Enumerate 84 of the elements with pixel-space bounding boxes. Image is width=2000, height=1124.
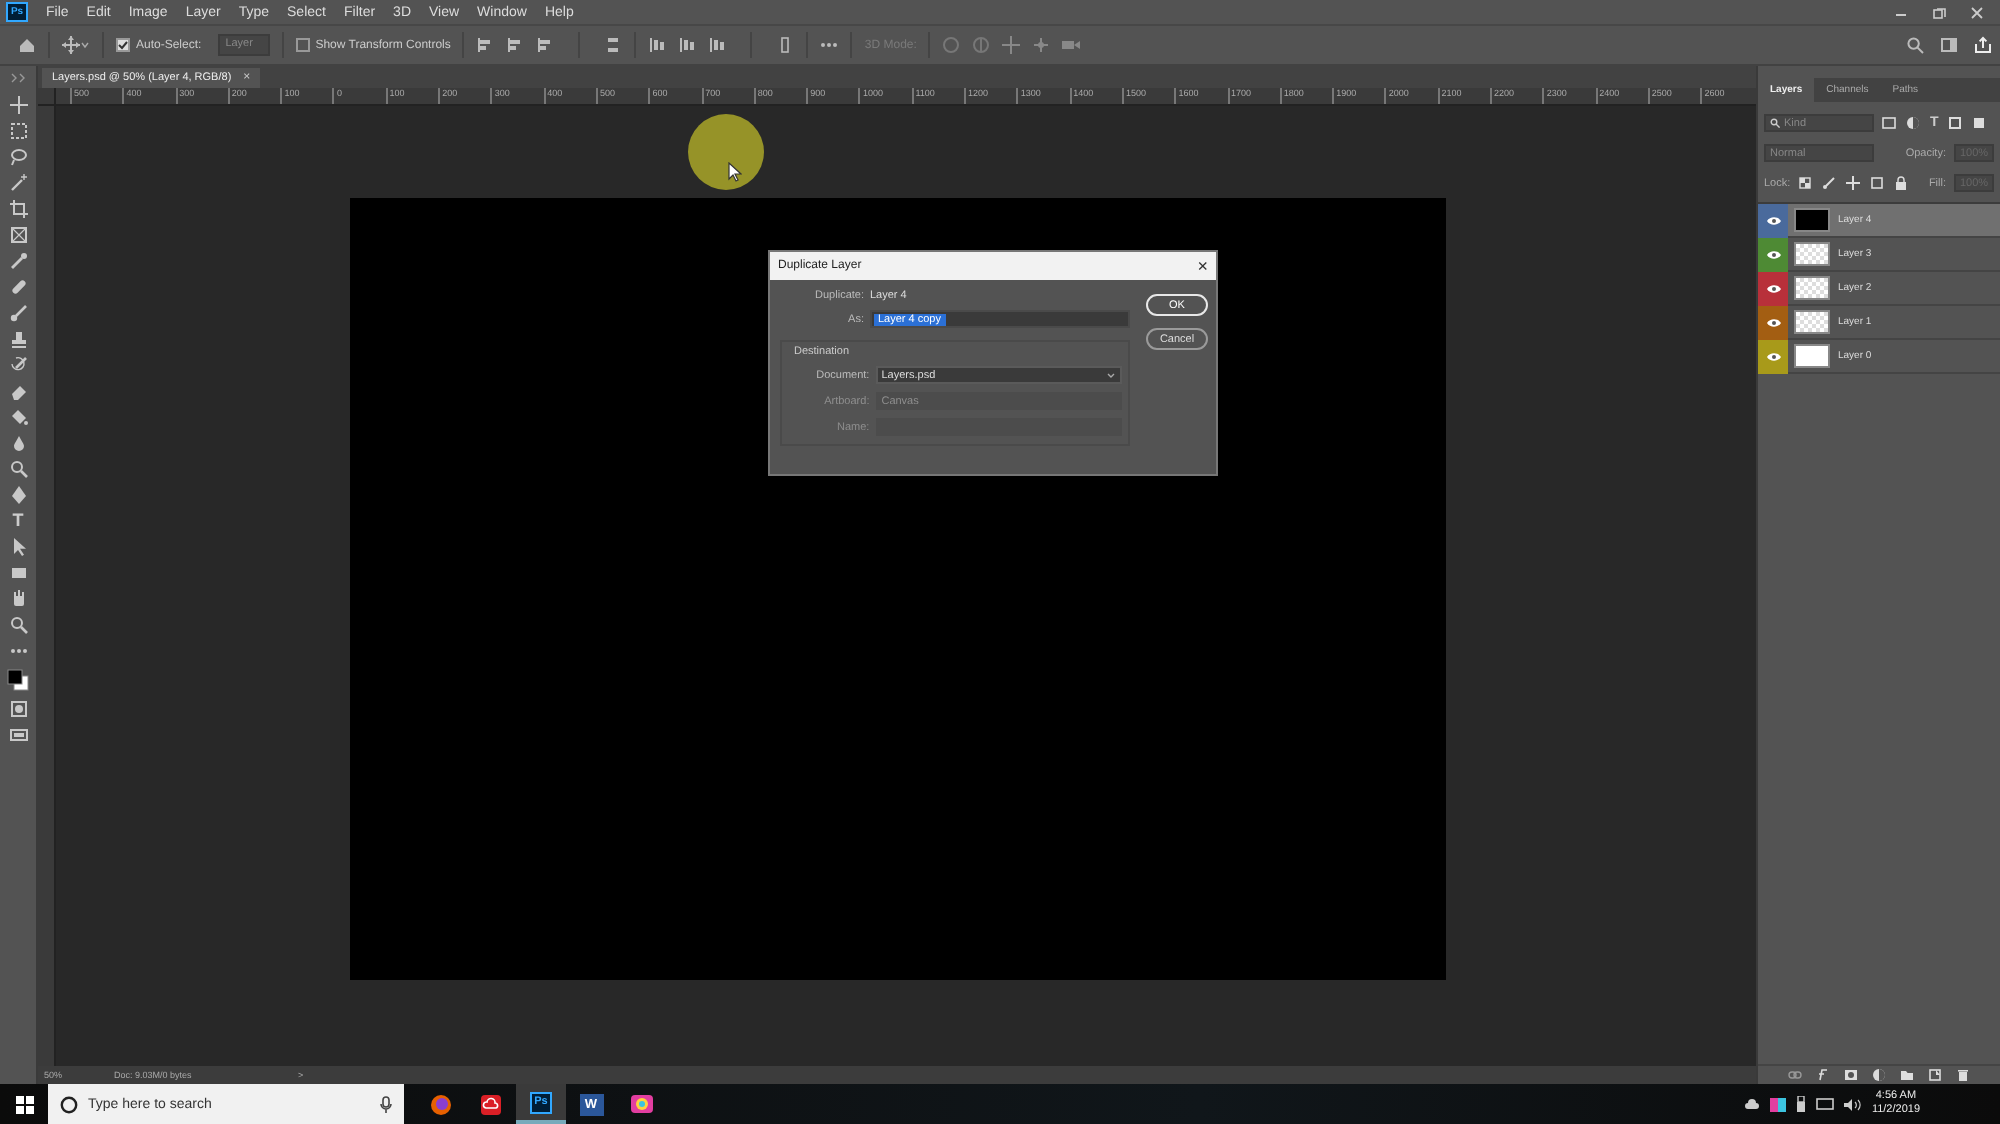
- distribute-icon[interactable]: [708, 36, 727, 54]
- color-swatches-icon[interactable]: [6, 668, 30, 692]
- align-icon[interactable]: [506, 36, 525, 54]
- brush-icon[interactable]: [9, 304, 27, 322]
- checker-lock-icon[interactable]: [1798, 176, 1813, 190]
- shape-filter-icon[interactable]: [1948, 116, 1963, 130]
- collapse-icon[interactable]: [9, 70, 27, 88]
- hand-icon[interactable]: [9, 590, 27, 608]
- speaker-icon[interactable]: [1843, 1097, 1862, 1111]
- search-icon[interactable]: [1906, 36, 1924, 54]
- drop-icon[interactable]: [9, 434, 27, 452]
- workspace-icon[interactable]: [1940, 36, 1958, 54]
- screen-mode-icon[interactable]: [9, 726, 27, 744]
- layer-thumbnail: [1794, 208, 1830, 232]
- artboard-lock-icon[interactable]: [1870, 176, 1885, 190]
- home-icon[interactable]: [18, 36, 36, 54]
- microphone-icon[interactable]: [380, 1095, 392, 1113]
- history-brush-icon[interactable]: [9, 356, 27, 374]
- move-icon[interactable]: [9, 96, 27, 114]
- layer-thumbnail: [1794, 310, 1830, 334]
- layer-thumbnail: [1794, 344, 1830, 368]
- color-app-icon[interactable]: [1769, 1097, 1786, 1111]
- align-icon[interactable]: [604, 36, 623, 54]
- link-icon[interactable]: [1788, 1068, 1802, 1082]
- image-filter-icon[interactable]: [1882, 116, 1896, 130]
- palette-icon: [629, 1094, 653, 1114]
- bandage-icon[interactable]: [9, 278, 27, 296]
- eye-icon[interactable]: [1765, 249, 1781, 259]
- effects-icon[interactable]: [1816, 1068, 1830, 1082]
- checkbox[interactable]: [295, 38, 310, 52]
- close-icon[interactable]: [1970, 5, 1984, 19]
- move-icon[interactable]: [62, 36, 80, 54]
- distribute-icon[interactable]: [678, 36, 697, 54]
- eraser-icon[interactable]: [9, 382, 27, 400]
- mask-icon[interactable]: [1844, 1068, 1858, 1082]
- usb-icon[interactable]: [1795, 1096, 1806, 1112]
- search-icon: [1770, 118, 1780, 128]
- eye-icon[interactable]: [1765, 317, 1781, 327]
- magnifier-icon[interactable]: [9, 460, 27, 478]
- cursor-icon: [728, 162, 742, 182]
- circle-icon: [60, 1095, 78, 1113]
- close-button[interactable]: ×: [1197, 257, 1208, 275]
- quick-mask-icon[interactable]: [9, 700, 27, 718]
- marquee-icon[interactable]: [9, 122, 27, 140]
- distribute-icon[interactable]: [648, 36, 667, 54]
- align-icon[interactable]: [476, 36, 495, 54]
- eye-icon[interactable]: [1765, 283, 1781, 293]
- rectangle-icon[interactable]: [9, 564, 27, 582]
- share-icon[interactable]: [1974, 36, 1992, 54]
- adjustment-icon[interactable]: [1872, 1068, 1886, 1082]
- padlock-icon[interactable]: [1894, 176, 1909, 190]
- distribute-icon[interactable]: [776, 36, 795, 54]
- layer-thumbnail: [1794, 276, 1830, 300]
- globe-icon: [430, 1093, 452, 1115]
- align-icon[interactable]: [536, 36, 555, 54]
- checkbox[interactable]: [116, 38, 130, 52]
- chevron-down-icon: [1106, 371, 1116, 379]
- eye-icon[interactable]: [1765, 351, 1781, 361]
- restore-icon[interactable]: [1932, 5, 1946, 19]
- wand-icon[interactable]: [9, 174, 27, 192]
- frame-icon[interactable]: [9, 226, 27, 244]
- trash-icon[interactable]: [1956, 1068, 1970, 1082]
- crop-icon[interactable]: [9, 200, 27, 218]
- new-layer-icon[interactable]: [1928, 1068, 1942, 1082]
- cursor-highlight: [688, 114, 764, 190]
- move-lock-icon[interactable]: [1846, 176, 1861, 190]
- adjustment-filter-icon[interactable]: [1906, 116, 1920, 130]
- zoom-icon[interactable]: [9, 616, 27, 634]
- bucket-icon[interactable]: [9, 408, 27, 426]
- eye-icon[interactable]: [1765, 215, 1781, 225]
- caret-icon[interactable]: [80, 40, 90, 50]
- cloud-app-icon: [480, 1093, 502, 1115]
- network-icon[interactable]: [1815, 1097, 1834, 1111]
- smart-object-filter-icon[interactable]: [1972, 116, 1987, 130]
- type-tool[interactable]: T: [12, 512, 24, 530]
- lasso-icon[interactable]: [9, 148, 27, 166]
- eyedropper-icon[interactable]: [9, 252, 27, 270]
- layer-thumbnail: [1794, 242, 1830, 266]
- pointer-icon[interactable]: [9, 538, 27, 556]
- pen-icon[interactable]: [9, 486, 27, 504]
- stamp-icon[interactable]: [9, 330, 27, 348]
- brush-lock-icon[interactable]: [1822, 176, 1837, 190]
- windows-icon[interactable]: [15, 1095, 33, 1113]
- cloud-icon[interactable]: [1743, 1098, 1760, 1110]
